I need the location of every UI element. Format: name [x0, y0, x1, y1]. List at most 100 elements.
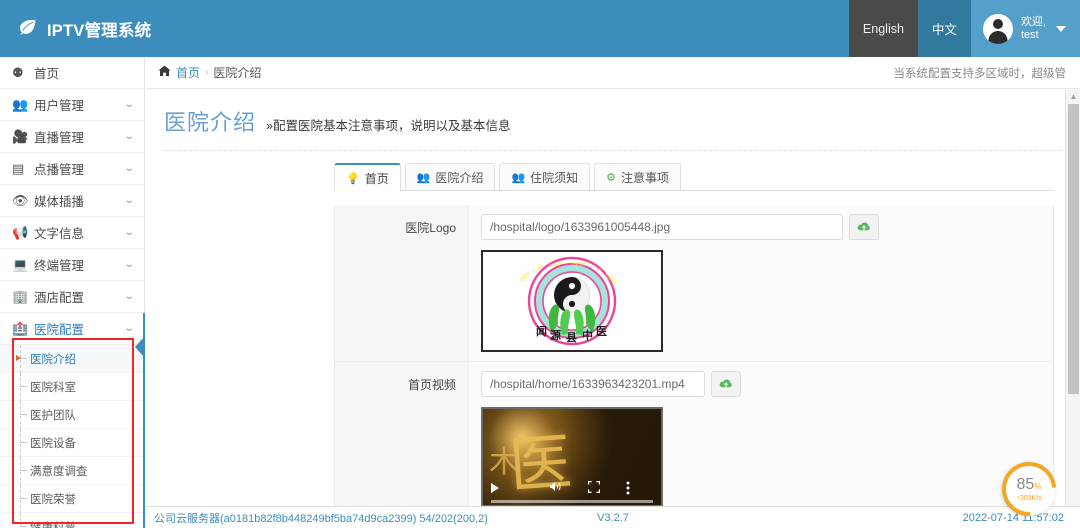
header-spacer — [145, 0, 849, 57]
sidebar-navigation: ⚉ 首页 👥 用户管理 ⌄ 🎥 直播管理 ⌄ ▤ 点播管理 ⌄ 👁 媒体插播 ⌄ 📢 文字信息 ⌄ 💻 终端管理 ⌄ 🏢… — [0, 57, 145, 528]
brand-logo[interactable]: IPTV管理系统 — [0, 0, 151, 57]
more-vertical-icon[interactable] — [626, 481, 630, 495]
fullscreen-icon[interactable] — [588, 480, 600, 496]
chevron-down-icon: ⌄ — [123, 99, 135, 110]
sidebar-item-label: 媒体插播 — [34, 195, 85, 209]
breadcrumb-current: 医院介绍 — [213, 66, 262, 80]
page-header: 医院介绍 »配置医院基本注意事项，说明以及基本信息 — [146, 89, 1080, 137]
sidebar-subitem-2[interactable]: 医护团队 — [0, 401, 144, 429]
lightbulb-icon: 💡 — [346, 172, 360, 185]
breadcrumb: 首页 › 医院介绍 当系统配置支持多区域时，超级管 — [146, 57, 1080, 89]
sidebar-item-4[interactable]: 👁 媒体插播 ⌄ — [0, 185, 144, 217]
chevron-down-icon: ⌄ — [123, 163, 135, 174]
sidebar-subitem-0[interactable]: 医院介绍 — [0, 345, 144, 373]
dashboard-icon: ⚉ — [12, 64, 24, 80]
sidebar-item-label: 点播管理 — [34, 163, 85, 177]
user-name: test — [1020, 28, 1039, 41]
sidebar-submenu-hospital-config: 医院介绍医院科室医护团队医院设备满意度调查 医院荣誉健康科普 — [0, 345, 144, 528]
sidebar-item-6[interactable]: 💻 终端管理 ⌄ — [0, 249, 144, 281]
scroll-up-arrow-icon[interactable]: ▲ — [1066, 90, 1080, 102]
tab-label: 医院介绍 — [435, 171, 484, 185]
breadcrumb-separator: › — [205, 67, 209, 78]
user-menu[interactable]: 欢迎, test — [970, 0, 1080, 57]
footer-version: V3.2.7 — [597, 511, 629, 524]
sidebar-subitem-6[interactable]: 健康科普 — [0, 513, 144, 528]
sidebar-subitem-5[interactable]: 医院荣誉 — [0, 485, 144, 513]
user-greeting: 欢迎, — [1020, 15, 1046, 28]
form-row-logo: 医院Logo /hospital/logo/1633961005448.jpg — [335, 205, 1053, 362]
status-footer: 公司云服务器(a0181b82f8b448249bf5ba74d9ca2399)… — [146, 506, 1080, 528]
sidebar-subitem-1[interactable]: 医院科室 — [0, 373, 144, 401]
tab-2[interactable]: 👥 住院须知 — [499, 163, 591, 191]
svg-text:源: 源 — [550, 328, 561, 342]
tab-0[interactable]: 💡 首页 — [334, 163, 401, 191]
logo-path-input[interactable]: /hospital/logo/1633961005448.jpg — [481, 214, 843, 240]
sidebar-subitem-3[interactable]: 医院设备 — [0, 429, 144, 457]
breadcrumb-notice: 当系统配置支持多区域时，超级管 — [893, 67, 1067, 80]
avatar — [982, 13, 1013, 44]
tab-1[interactable]: 👥 医院介绍 — [404, 163, 496, 191]
chevron-down-icon: ⌄ — [123, 291, 135, 302]
svg-text:中: 中 — [582, 328, 593, 342]
sidebar-item-7[interactable]: 🏢 酒店配置 ⌄ — [0, 281, 144, 313]
language-chinese-button[interactable]: 中文 — [917, 0, 971, 57]
sidebar-subitem-4[interactable]: 满意度调查 — [0, 457, 144, 485]
application-window: IPTV管理系统 English 中文 欢迎, test ⚉ 首页 👥 用户管理 ⌄ 🎥 直… — [0, 0, 1080, 528]
hospital-icon: 🏥 — [12, 320, 29, 336]
submenu-active-marker-icon — [16, 355, 21, 361]
sidebar-item-8[interactable]: 🏥 医院配置 ⌄ — [0, 313, 144, 345]
svg-text:县: 县 — [566, 331, 577, 344]
sidebar-item-label: 酒店配置 — [34, 291, 85, 305]
page-subtitle: »配置医院基本注意事项，说明以及基本信息 — [266, 119, 511, 133]
network-speed-gauge-inner: 85% ↑303K/s — [1006, 466, 1052, 512]
language-english-button[interactable]: English — [848, 0, 918, 57]
sidebar-subitem-label: 健康科普 — [30, 521, 76, 528]
sidebar-subitem-label: 医院设备 — [30, 437, 76, 450]
gear-icon: ⚙ — [606, 172, 617, 184]
submenu-tree-dash — [20, 442, 27, 443]
breadcrumb-home-link[interactable]: 首页 — [176, 64, 200, 81]
video-controls — [483, 477, 661, 499]
users-icon: 👥 — [416, 172, 431, 184]
home-video-upload-button[interactable] — [711, 371, 741, 397]
sidebar-item-3[interactable]: ▤ 点播管理 ⌄ — [0, 153, 144, 185]
sidebar-item-2[interactable]: 🎥 直播管理 ⌄ — [0, 121, 144, 153]
page-title: 医院介绍 — [164, 110, 257, 135]
submenu-tree-line — [20, 401, 21, 429]
sidebar-subitem-label: 医院科室 — [30, 381, 76, 394]
video-progress-bar[interactable] — [491, 500, 653, 503]
home-video-player[interactable]: 木 医 — [481, 407, 663, 507]
svg-text:WEN YUAN XIAN ZHONG YI YUAN: WEN YUAN XIAN ZHONG YI YUAN — [522, 255, 623, 257]
sidebar-item-1[interactable]: 👥 用户管理 ⌄ — [0, 89, 144, 121]
submenu-tree-line — [20, 429, 21, 457]
volume-icon[interactable] — [549, 481, 562, 495]
sidebar-item-label: 医院配置 — [34, 323, 85, 337]
cloud-upload-icon — [719, 379, 732, 388]
hospital-intro-form: 医院Logo /hospital/logo/1633961005448.jpg — [334, 205, 1054, 518]
sidebar-item-label: 直播管理 — [34, 131, 85, 145]
logo-field-label: 医院Logo — [335, 205, 469, 361]
logo-upload-button[interactable] — [849, 214, 879, 240]
home-video-field-area: /hospital/home/1633963423201.mp4 木 医 — [469, 362, 1053, 516]
home-video-input-line: /hospital/home/1633963423201.mp4 — [481, 371, 1041, 397]
submenu-tree-line — [20, 457, 21, 485]
laptop-icon: 💻 — [12, 256, 29, 272]
svg-text:闻: 闻 — [536, 324, 547, 338]
play-icon[interactable] — [491, 483, 499, 493]
tab-3[interactable]: ⚙ 注意事项 — [594, 163, 682, 191]
submenu-tree-line — [20, 373, 21, 401]
brand-title: IPTV管理系统 — [47, 21, 152, 40]
submenu-tree-dash — [20, 470, 27, 471]
tab-bar-underline — [334, 190, 1054, 191]
chevron-down-icon: ⌄ — [123, 323, 135, 334]
sidebar-item-5[interactable]: 📢 文字信息 ⌄ — [0, 217, 144, 249]
submenu-tree-dash — [20, 498, 27, 499]
chevron-down-icon — [1056, 25, 1066, 32]
sidebar-item-0[interactable]: ⚉ 首页 — [0, 57, 144, 89]
vertical-scrollbar[interactable]: ▲ — [1065, 90, 1080, 528]
building-icon: 🏢 — [12, 288, 29, 304]
tab-label: 住院须知 — [530, 171, 579, 185]
sidebar-subitem-label: 医护团队 — [30, 409, 76, 422]
vertical-scrollbar-thumb[interactable] — [1068, 104, 1079, 394]
home-video-path-input[interactable]: /hospital/home/1633963423201.mp4 — [481, 371, 705, 397]
